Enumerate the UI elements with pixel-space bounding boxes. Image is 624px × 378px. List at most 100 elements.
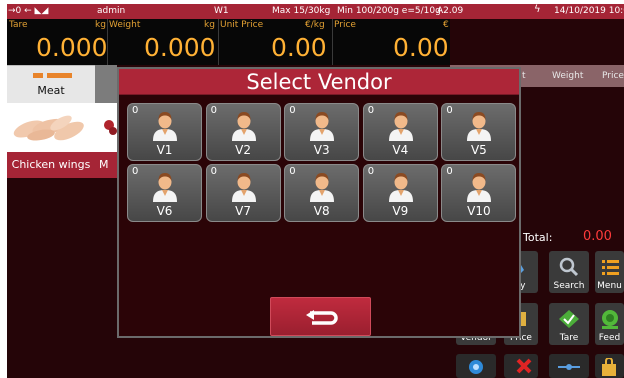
weight-value: 0.000 [144, 33, 216, 62]
vendor-count: 0 [367, 166, 375, 177]
vendor-button-v2[interactable]: 0 V2 [205, 103, 281, 161]
return-arrow-icon [306, 310, 338, 325]
drop-icon [469, 360, 483, 374]
total-label: Total: [523, 231, 553, 244]
category-tab[interactable] [95, 65, 117, 103]
vendor-count: 0 [289, 105, 296, 116]
product-image [95, 103, 117, 152]
weight-unit: kg [204, 20, 215, 30]
feed-icon [602, 310, 618, 329]
price-value: 0.00 [393, 33, 449, 62]
vendor-name: V1 [156, 143, 173, 157]
vendor-name: V7 [235, 204, 252, 218]
vendor-name: V6 [156, 204, 173, 218]
vendor-count: 0 [367, 105, 375, 116]
vendor-button-v10[interactable]: 0 V10 [441, 164, 517, 222]
column-header-price: Price [602, 71, 624, 81]
user-name: admin [97, 6, 126, 16]
person-icon [310, 112, 335, 141]
zero-icon [558, 364, 580, 370]
weight-label: Weight [109, 20, 141, 30]
display-divider [107, 19, 108, 65]
tare-value: 0.000 [36, 33, 108, 62]
unit-price-value: 0.00 [271, 33, 327, 62]
vendor-button-v8[interactable]: 0 V8 [284, 164, 360, 222]
price-icon [520, 312, 526, 326]
vendor-count: 0 [446, 166, 453, 177]
vendor-count: 0 [132, 166, 139, 177]
scale-screen: →0 ← ◣◢ admin W1 Max 15/30kg Min 100/200… [7, 4, 624, 378]
back-button[interactable] [270, 297, 371, 336]
price-unit: € [443, 20, 449, 30]
product-name: M [95, 152, 117, 178]
vendor-count: 0 [289, 166, 296, 177]
category-tab-meat[interactable]: Meat [7, 65, 95, 103]
min-division-info: Min 100/200g e=5/10g [337, 6, 441, 16]
person-icon [467, 112, 492, 141]
tare-icon [559, 310, 579, 328]
vendor-name: V9 [392, 204, 409, 218]
vendor-name: V5 [470, 143, 487, 157]
person-icon [310, 173, 335, 202]
chicken-wings-image [7, 103, 95, 152]
vendor-count: 0 [210, 166, 217, 177]
weighing-display: Tare kg 0.000 Weight kg 0.000 Unit Price… [7, 19, 450, 65]
vendor-button-v9[interactable]: 0 V9 [362, 164, 438, 222]
search-button[interactable]: Search [549, 251, 589, 293]
display-divider [218, 19, 219, 65]
vendor-button-v7[interactable]: 0 V7 [205, 164, 281, 222]
bag-button[interactable] [595, 354, 624, 378]
vendor-button-v3[interactable]: 0 V3 [284, 103, 360, 161]
meat-icon [33, 73, 43, 78]
dialog-title: Select Vendor [246, 70, 392, 94]
vendor-name: V2 [235, 143, 252, 157]
product-chicken-wings[interactable]: Chicken wings [7, 103, 95, 181]
search-icon [559, 257, 579, 277]
price-label: Price [334, 20, 356, 30]
person-icon [467, 173, 492, 202]
feed-button[interactable]: Feed [595, 303, 624, 345]
vendor-name: V10 [467, 204, 491, 218]
dialog-title-bar: Select Vendor [119, 69, 519, 95]
tare-label: Tare [9, 20, 28, 30]
vendor-name: V4 [392, 143, 409, 157]
scale-id: W1 [214, 6, 229, 16]
firmware-version: A2.09 [437, 6, 464, 16]
product-m[interactable]: M [95, 103, 117, 181]
zero-button[interactable] [549, 354, 589, 378]
tare-unit: kg [95, 20, 106, 30]
vendor-button-v4[interactable]: 0 V4 [362, 103, 438, 161]
meat-icon-bar [47, 73, 72, 78]
bag-icon [602, 358, 616, 376]
vendor-button-v1[interactable]: 0 V1 [127, 103, 202, 161]
zero-tare-indicators: →0 ← ◣◢ [8, 6, 49, 16]
vendor-name: V3 [313, 143, 330, 157]
power-icon: ϟ [534, 4, 541, 15]
tare-button[interactable]: Tare [549, 303, 589, 345]
unit-price-label: Unit Price [220, 20, 264, 30]
close-icon [516, 358, 532, 374]
person-icon [388, 173, 413, 202]
total-value: 0.00 [583, 229, 612, 244]
date-time: 14/10/2019 10:0 [554, 6, 624, 16]
vendor-count: 0 [132, 105, 139, 116]
capacity-info: Max 15/30kg [272, 6, 331, 16]
person-icon [153, 112, 177, 141]
person-icon [231, 112, 256, 141]
vendor-button-v5[interactable]: 0 V5 [441, 103, 517, 161]
vendor-count: 0 [446, 105, 453, 116]
unit-price-unit: €/kg [305, 20, 325, 30]
select-vendor-dialog: Select Vendor 0 V1 0 V2 0 V3 0 V4 0 V5 0 V6 0 V7 0 V8 0 V… [117, 67, 521, 338]
vendor-name: V8 [313, 204, 330, 218]
cancel-button[interactable] [504, 354, 538, 378]
vendor-button-v6[interactable]: 0 V6 [127, 164, 202, 222]
column-header: t [522, 71, 526, 81]
status-bar: →0 ← ◣◢ admin W1 Max 15/30kg Min 100/200… [7, 4, 624, 19]
info-button[interactable] [456, 354, 496, 378]
product-name: Chicken wings [7, 152, 95, 178]
menu-button[interactable]: Menu [595, 251, 624, 293]
menu-icon [602, 260, 619, 275]
vendor-count: 0 [210, 105, 217, 116]
person-icon [388, 112, 413, 141]
person-icon [153, 173, 177, 202]
